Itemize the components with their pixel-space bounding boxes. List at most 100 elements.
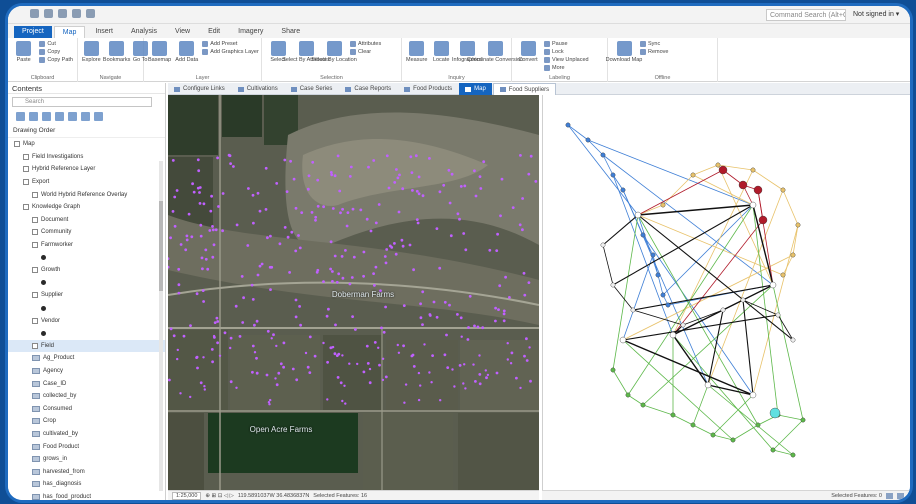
case-point[interactable] xyxy=(396,343,399,347)
case-point[interactable] xyxy=(368,367,372,371)
case-point[interactable] xyxy=(506,342,509,345)
case-point[interactable] xyxy=(337,352,341,356)
case-point[interactable] xyxy=(283,226,287,229)
case-point[interactable] xyxy=(467,326,470,329)
scale-selector[interactable]: 1:25,000 xyxy=(172,491,202,500)
case-point[interactable] xyxy=(176,348,179,352)
case-point[interactable] xyxy=(275,383,279,387)
entity-node[interactable] xyxy=(619,336,627,344)
entity-node[interactable] xyxy=(755,422,761,428)
case-point[interactable] xyxy=(282,341,286,345)
case-point[interactable] xyxy=(472,363,475,366)
case-point[interactable] xyxy=(223,331,227,335)
case-point[interactable] xyxy=(410,171,414,174)
case-point[interactable] xyxy=(235,386,238,389)
relationship-link[interactable] xyxy=(777,414,804,421)
relationship-link[interactable] xyxy=(612,369,629,396)
layer-tree-item[interactable]: Field Investigations xyxy=(8,151,165,164)
case-point[interactable] xyxy=(438,190,442,194)
case-point[interactable] xyxy=(251,298,255,301)
relationship-link[interactable] xyxy=(602,214,639,246)
case-point[interactable] xyxy=(258,209,262,213)
case-point[interactable] xyxy=(458,364,462,367)
layer-tree-item[interactable]: cultivated_by xyxy=(8,428,165,441)
case-point[interactable] xyxy=(335,280,339,284)
ribbon-tab-edit[interactable]: Edit xyxy=(200,26,228,38)
case-point[interactable] xyxy=(198,202,202,205)
case-point[interactable] xyxy=(521,197,524,200)
case-point[interactable] xyxy=(275,344,278,348)
case-point[interactable] xyxy=(308,335,312,339)
case-point[interactable] xyxy=(374,221,378,225)
case-point[interactable] xyxy=(313,354,317,358)
entity-node[interactable] xyxy=(758,215,768,225)
case-point[interactable] xyxy=(272,333,275,337)
layer-tree-item[interactable]: Document xyxy=(8,214,165,227)
contents-search-input[interactable]: Search xyxy=(12,97,152,107)
case-point[interactable] xyxy=(344,249,347,252)
case-point[interactable] xyxy=(519,154,522,157)
case-point[interactable] xyxy=(307,174,311,178)
case-point[interactable] xyxy=(462,382,465,385)
case-point[interactable] xyxy=(251,344,255,348)
attributes-command[interactable]: Attributes xyxy=(350,41,381,47)
case-point[interactable] xyxy=(394,252,398,256)
command-search-input[interactable]: Command Search (Alt+Q) xyxy=(766,9,846,21)
ribbon-tab-map[interactable]: Map xyxy=(53,26,86,38)
case-point[interactable] xyxy=(191,182,194,186)
layer-tree-item[interactable]: Community xyxy=(8,226,165,239)
relationship-link[interactable] xyxy=(602,154,774,286)
case-point[interactable] xyxy=(269,234,272,238)
case-point[interactable] xyxy=(331,207,335,210)
case-point[interactable] xyxy=(316,178,320,182)
case-point[interactable] xyxy=(187,212,191,216)
case-point[interactable] xyxy=(322,280,325,283)
layer-visibility-checkbox[interactable] xyxy=(23,166,29,173)
case-point[interactable] xyxy=(393,242,396,245)
layer-tree-item[interactable]: Growth xyxy=(8,264,165,277)
undo-icon[interactable] xyxy=(72,9,81,18)
case-point[interactable] xyxy=(438,266,442,270)
entity-node[interactable] xyxy=(770,447,776,453)
case-point[interactable] xyxy=(417,192,421,196)
relationship-link[interactable] xyxy=(587,139,604,156)
case-point[interactable] xyxy=(486,373,490,377)
case-point[interactable] xyxy=(345,224,349,228)
add-graphics-layer-command[interactable]: Add Graphics Layer xyxy=(202,49,259,55)
case-point[interactable] xyxy=(373,284,376,287)
case-point[interactable] xyxy=(195,356,198,359)
entity-node[interactable] xyxy=(610,367,616,373)
case-point[interactable] xyxy=(256,191,260,195)
pause-command[interactable]: Pause xyxy=(544,41,589,47)
case-point[interactable] xyxy=(412,365,416,368)
case-point[interactable] xyxy=(169,327,173,331)
case-point[interactable] xyxy=(341,276,345,280)
case-point[interactable] xyxy=(525,359,529,362)
case-point[interactable] xyxy=(478,382,482,386)
case-point[interactable] xyxy=(346,211,350,214)
relationship-link[interactable] xyxy=(772,419,804,451)
list-selection-icon[interactable] xyxy=(42,112,51,121)
case-point[interactable] xyxy=(176,357,179,361)
case-point[interactable] xyxy=(395,168,398,171)
case-point[interactable] xyxy=(462,232,466,235)
redo-icon[interactable] xyxy=(86,9,95,18)
case-point[interactable] xyxy=(402,304,406,307)
cut-command[interactable]: Cut xyxy=(39,41,73,47)
case-point[interactable] xyxy=(175,189,179,192)
case-point[interactable] xyxy=(497,308,500,311)
case-point[interactable] xyxy=(366,362,370,365)
link-chart-graph[interactable] xyxy=(543,95,910,490)
case-point[interactable] xyxy=(402,344,405,348)
case-point[interactable] xyxy=(384,375,388,379)
case-point[interactable] xyxy=(381,378,385,382)
case-point[interactable] xyxy=(421,323,424,326)
case-point[interactable] xyxy=(415,218,419,221)
case-point[interactable] xyxy=(456,313,459,316)
relationship-link[interactable] xyxy=(657,274,664,296)
relationship-link[interactable] xyxy=(782,189,799,226)
case-point[interactable] xyxy=(203,388,206,391)
relationship-link[interactable] xyxy=(612,214,639,371)
case-point[interactable] xyxy=(330,173,334,177)
case-point[interactable] xyxy=(278,242,282,246)
